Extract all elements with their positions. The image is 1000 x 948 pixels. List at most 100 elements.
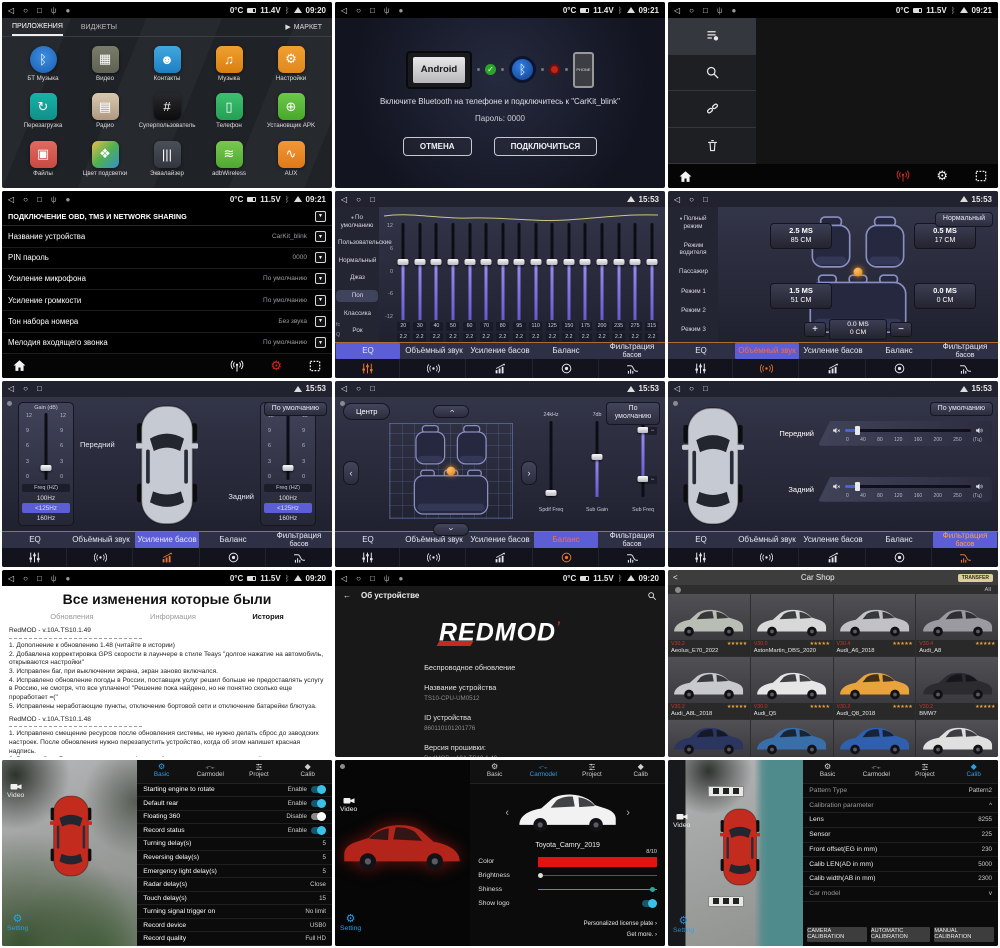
eq-icon[interactable] [669, 359, 733, 378]
app-shortcut[interactable]: ♫ Музыка [198, 40, 260, 87]
eq-icon[interactable] [669, 548, 733, 567]
filter-all[interactable]: All [985, 587, 991, 593]
slider-handle[interactable] [481, 259, 492, 265]
app-shortcut[interactable]: ᛒ БТ Музыка [12, 40, 74, 87]
settings-row[interactable]: Car model v [803, 887, 998, 902]
speaker-icon[interactable] [975, 426, 984, 435]
toggle[interactable] [642, 900, 657, 907]
market-button[interactable]: ▶МАРКЕТ [285, 23, 322, 31]
tab-basic[interactable]: ⚙Basic [803, 763, 852, 778]
recents-icon[interactable]: □ [703, 195, 708, 204]
eq-slider[interactable] [544, 223, 561, 319]
surround-mode[interactable]: Режим 1 [669, 286, 717, 298]
settings-row[interactable]: Sensor 225 [803, 828, 998, 843]
search-icon[interactable] [647, 591, 657, 601]
home-button[interactable] [12, 358, 27, 373]
tab-surround[interactable]: Объёмный звук [735, 532, 799, 548]
manual-calibration-button[interactable]: MANUAL CALIBRATION [934, 927, 994, 942]
dropdown-icon[interactable]: ▼ [315, 273, 326, 284]
settings-row[interactable]: Calibration parameter ^ [803, 798, 998, 813]
tab-surround[interactable]: Объёмный звук [69, 532, 133, 548]
bass-icon[interactable] [468, 548, 532, 567]
app-shortcut[interactable]: ▤ Радио [74, 87, 136, 134]
car-card[interactable] [668, 720, 750, 756]
tab-updates[interactable]: Обновления [50, 612, 93, 621]
settings-button[interactable]: ⚙ [936, 167, 948, 185]
slider-handle[interactable] [563, 259, 574, 265]
app-shortcut[interactable]: ▣ Файлы [12, 135, 74, 182]
car-card[interactable] [751, 720, 833, 756]
tab-carmodel[interactable]: Carmodel [852, 763, 901, 778]
listener-position-dot[interactable] [854, 267, 863, 276]
contact-list-button[interactable] [668, 18, 756, 55]
surround-mode[interactable]: Режим 3 [669, 324, 717, 336]
spdif-freq-slider[interactable]: 24kHz Spdif Freq [543, 421, 559, 497]
surround-mode[interactable]: Пассажир [669, 266, 717, 278]
tab-balance[interactable]: Баланс [867, 532, 931, 548]
filtration-icon[interactable] [601, 359, 664, 378]
settings-row[interactable]: Front offset(EG in mm) 230 [803, 843, 998, 858]
center-button[interactable]: Центр [343, 403, 390, 420]
slider-handle[interactable] [414, 259, 425, 265]
delay-front-left[interactable]: 2.5 MS85 CM [770, 223, 832, 248]
car-card[interactable]: V30.4★★★★★ Audi_A6_2018 [834, 594, 916, 656]
home-circle-icon[interactable]: ○ [356, 6, 361, 15]
recents-icon[interactable]: □ [370, 6, 375, 15]
eq-preset[interactable]: Поп [336, 290, 378, 302]
default-button[interactable]: По умолчанию [606, 402, 660, 425]
balance-icon[interactable] [535, 548, 599, 567]
eq-icon[interactable] [3, 548, 67, 567]
mute-icon[interactable] [832, 426, 841, 435]
bass-icon[interactable] [801, 359, 865, 378]
tab-filtration[interactable]: Фильтрациябасов [267, 532, 331, 548]
home-circle-icon[interactable]: ○ [356, 574, 361, 583]
eq-slider[interactable] [445, 223, 462, 319]
slider-handle[interactable] [597, 259, 608, 265]
shiness-row[interactable]: Shiness [470, 883, 665, 897]
surround-icon[interactable] [735, 548, 799, 567]
surround-mode[interactable]: Режим водителя [669, 240, 717, 259]
tab-surround[interactable]: Объёмный звук [735, 343, 799, 359]
freq-option[interactable]: 160Hz [22, 513, 70, 523]
slider-handle[interactable] [464, 259, 475, 265]
app-shortcut[interactable]: ↻ Перезагрузка [12, 87, 74, 134]
setting-button[interactable]: ⚙Setting [340, 914, 361, 932]
front-filter-slider[interactable]: 04080120160200250(Гц) [818, 421, 992, 446]
tab-filtration[interactable]: Фильтрациябасов [933, 532, 997, 548]
app-shortcut[interactable]: ∿ AUX [260, 135, 322, 182]
tab-surround[interactable]: Объёмный звук [402, 343, 466, 359]
tab-carmodel[interactable]: Carmodel [519, 763, 568, 778]
delay-front-right[interactable]: 0.5 MS17 CM [914, 223, 976, 248]
arrow-down-button[interactable]: › [433, 523, 469, 536]
eq-preset[interactable]: ●По умолчанию [336, 212, 378, 231]
home-circle-icon[interactable]: ○ [689, 6, 694, 15]
slider-handle[interactable] [538, 873, 543, 878]
app-shortcut[interactable]: ▦ Видео [74, 40, 136, 87]
slider-handle[interactable] [283, 465, 294, 471]
eq-slider[interactable] [561, 223, 578, 319]
slider-handle-low[interactable] [638, 476, 649, 482]
filtration-icon[interactable] [934, 548, 997, 567]
settings-row[interactable]: Название устройства CarKit_blink▼ [2, 226, 332, 247]
tab-eq[interactable]: EQ [669, 343, 733, 359]
tab-calib[interactable]: ◆Calib [616, 763, 665, 778]
freq-option[interactable]: 100Hz [22, 493, 70, 503]
recents-icon[interactable]: □ [703, 6, 708, 15]
eq-preset[interactable]: Нормальный [336, 255, 378, 267]
eq-slider[interactable] [395, 223, 412, 319]
gain-slider[interactable]: 129630 129630 [22, 411, 70, 482]
bass-icon[interactable] [468, 359, 532, 378]
settings-row[interactable]: Тон набора номера Без звука▼ [2, 311, 332, 332]
delete-button[interactable] [668, 128, 756, 165]
app-shortcut[interactable]: ||| Эквалайзер [136, 135, 198, 182]
next-model-button[interactable]: › [626, 807, 630, 819]
settings-row[interactable]: Radar delay(s) Close [137, 878, 332, 892]
about-entry[interactable]: ID устройства 860110101201776 [424, 713, 665, 732]
eq-slider[interactable] [511, 223, 528, 319]
slider-handle[interactable] [41, 465, 52, 471]
eq-slider[interactable] [627, 223, 644, 319]
tab-filtration[interactable]: Фильтрациябасов [600, 343, 664, 359]
toggle[interactable] [311, 827, 326, 834]
home-button[interactable] [678, 169, 693, 184]
tab-apps[interactable]: ПРИЛОЖЕНИЯ [12, 18, 63, 36]
